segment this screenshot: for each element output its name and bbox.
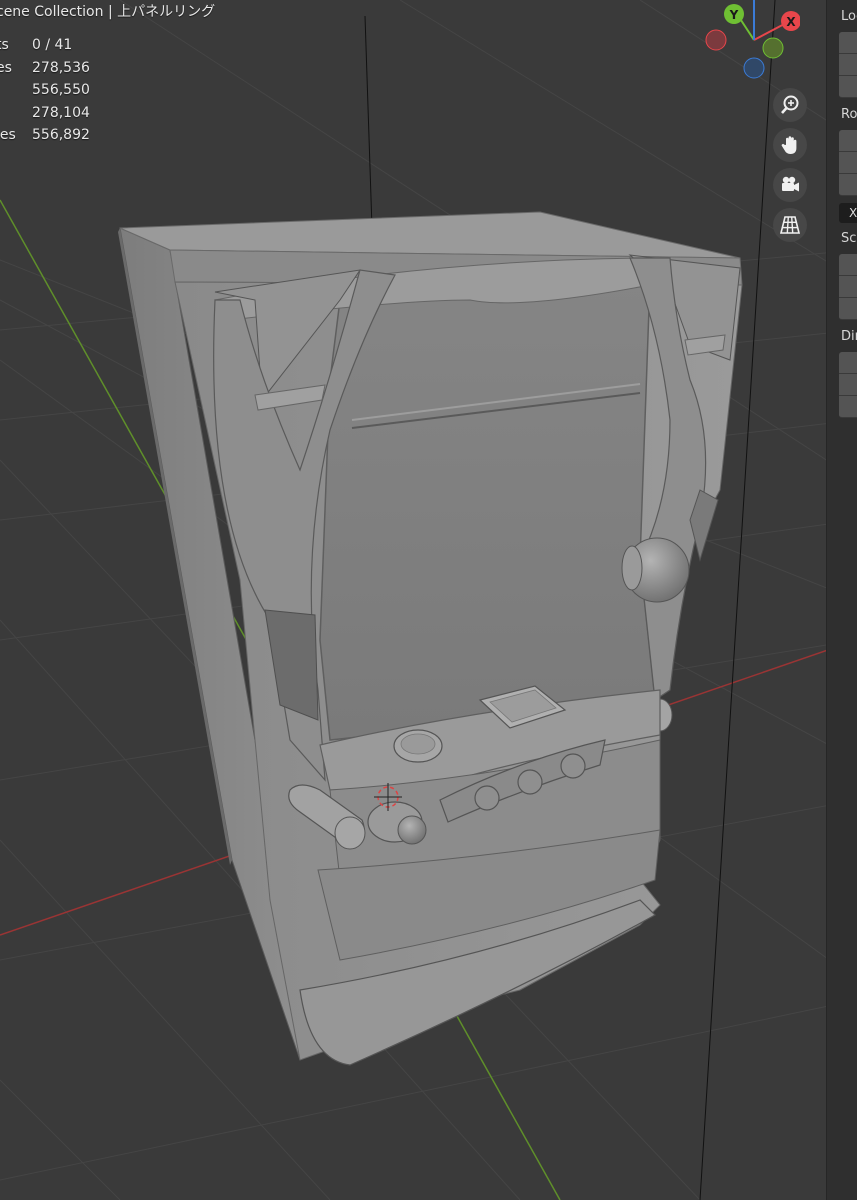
arcade-cabinet-model [118, 211, 743, 1066]
grid-view-icon [779, 216, 801, 234]
scale-y-field[interactable] [839, 276, 857, 298]
rotation-mode-dropdown[interactable]: X [839, 203, 857, 223]
gizmo-neg-y[interactable] [762, 37, 784, 59]
location-x-field[interactable] [839, 32, 857, 54]
stat-value: 278,104 [32, 104, 90, 121]
zoom-button[interactable] [773, 88, 807, 122]
rotation-label: Ro [841, 107, 857, 122]
dimensions-y-field[interactable] [839, 374, 857, 396]
scale-label: Sca [841, 231, 857, 246]
stat-label: les [0, 127, 16, 144]
dimensions-x-field[interactable] [839, 352, 857, 374]
stat-value: 278,536 [32, 59, 90, 76]
stat-value: 556,550 [32, 82, 90, 99]
dimensions-z-field[interactable] [839, 396, 857, 418]
collection-path: cene Collection | 上パネルリング [0, 4, 216, 20]
scene-canvas[interactable] [0, 0, 857, 1200]
stat-label: ts [0, 37, 9, 53]
scale-x-field[interactable] [839, 254, 857, 276]
navigation-gizmo[interactable]: Y X [700, 0, 800, 82]
3d-viewport[interactable]: cene Collection | 上パネルリング ts 0 / 41 es 2… [0, 0, 857, 1200]
properties-side-panel[interactable]: Loc Ro X Sca Dim [826, 0, 857, 1200]
zoom-icon [781, 95, 799, 114]
stat-label: es [0, 59, 12, 76]
rotation-y-field[interactable] [839, 152, 857, 174]
location-y-field[interactable] [839, 54, 857, 76]
ortho-toggle-button[interactable] [773, 208, 807, 242]
rotation-x-field[interactable] [839, 130, 857, 152]
location-label: Loc [841, 9, 857, 24]
gizmo-y-label: Y [729, 8, 739, 22]
stat-value: 556,892 [32, 127, 90, 144]
gizmo-x-label: X [786, 15, 796, 29]
location-z-field[interactable] [839, 76, 857, 98]
rotation-z-field[interactable] [839, 174, 857, 196]
camera-icon [782, 176, 799, 192]
scale-z-field[interactable] [839, 298, 857, 320]
camera-view-button[interactable] [773, 168, 807, 202]
gizmo-neg-x[interactable] [705, 29, 727, 51]
stat-value: 0 / 41 [32, 37, 73, 53]
dimensions-label: Dim [841, 329, 857, 344]
gizmo-neg-z[interactable] [743, 57, 765, 79]
hand-pan-icon [781, 136, 797, 154]
pan-button[interactable] [773, 128, 807, 162]
